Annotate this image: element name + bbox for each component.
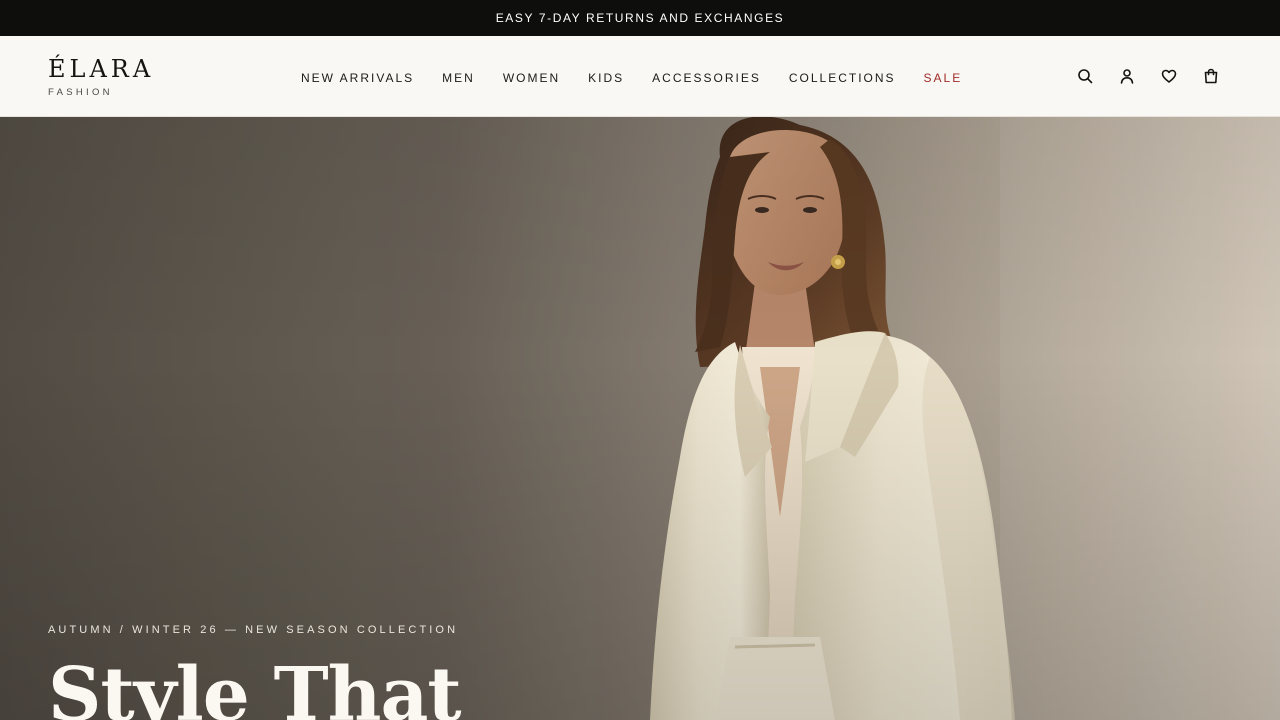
nav-item-accessories[interactable]: ACCESSORIES xyxy=(652,70,761,86)
account-icon[interactable] xyxy=(1118,67,1136,85)
search-icon[interactable] xyxy=(1076,67,1094,85)
nav-item-sale[interactable]: SALE xyxy=(924,70,963,86)
brand-logo[interactable]: ÉLARA FASHION xyxy=(48,54,154,99)
header-actions xyxy=(1052,67,1220,85)
nav-item-women[interactable]: WOMEN xyxy=(503,70,560,86)
site-header: ÉLARA FASHION NEW ARRIVALS MEN WOMEN KID… xyxy=(0,36,1280,117)
announcement-bar: EASY 7-DAY RETURNS AND EXCHANGES xyxy=(0,0,1280,36)
cart-icon[interactable] xyxy=(1202,67,1220,85)
nav-item-kids[interactable]: KIDS xyxy=(588,70,624,86)
nav-item-collections[interactable]: COLLECTIONS xyxy=(789,70,896,86)
hero-title: Style That xyxy=(48,652,462,720)
main-nav: NEW ARRIVALS MEN WOMEN KIDS ACCESSORIES … xyxy=(301,70,962,86)
hero-banner[interactable]: AUTUMN / WINTER 26 — NEW SEASON COLLECTI… xyxy=(0,117,1280,720)
nav-item-new-arrivals[interactable]: NEW ARRIVALS xyxy=(301,70,414,86)
brand-name: ÉLARA xyxy=(48,55,155,83)
hero-eyebrow: AUTUMN / WINTER 26 — NEW SEASON COLLECTI… xyxy=(48,624,459,636)
announcement-text: EASY 7-DAY RETURNS AND EXCHANGES xyxy=(495,11,785,25)
nav-item-men[interactable]: MEN xyxy=(442,70,475,86)
wishlist-icon[interactable] xyxy=(1160,67,1178,85)
brand-tagline: FASHION xyxy=(48,87,113,98)
